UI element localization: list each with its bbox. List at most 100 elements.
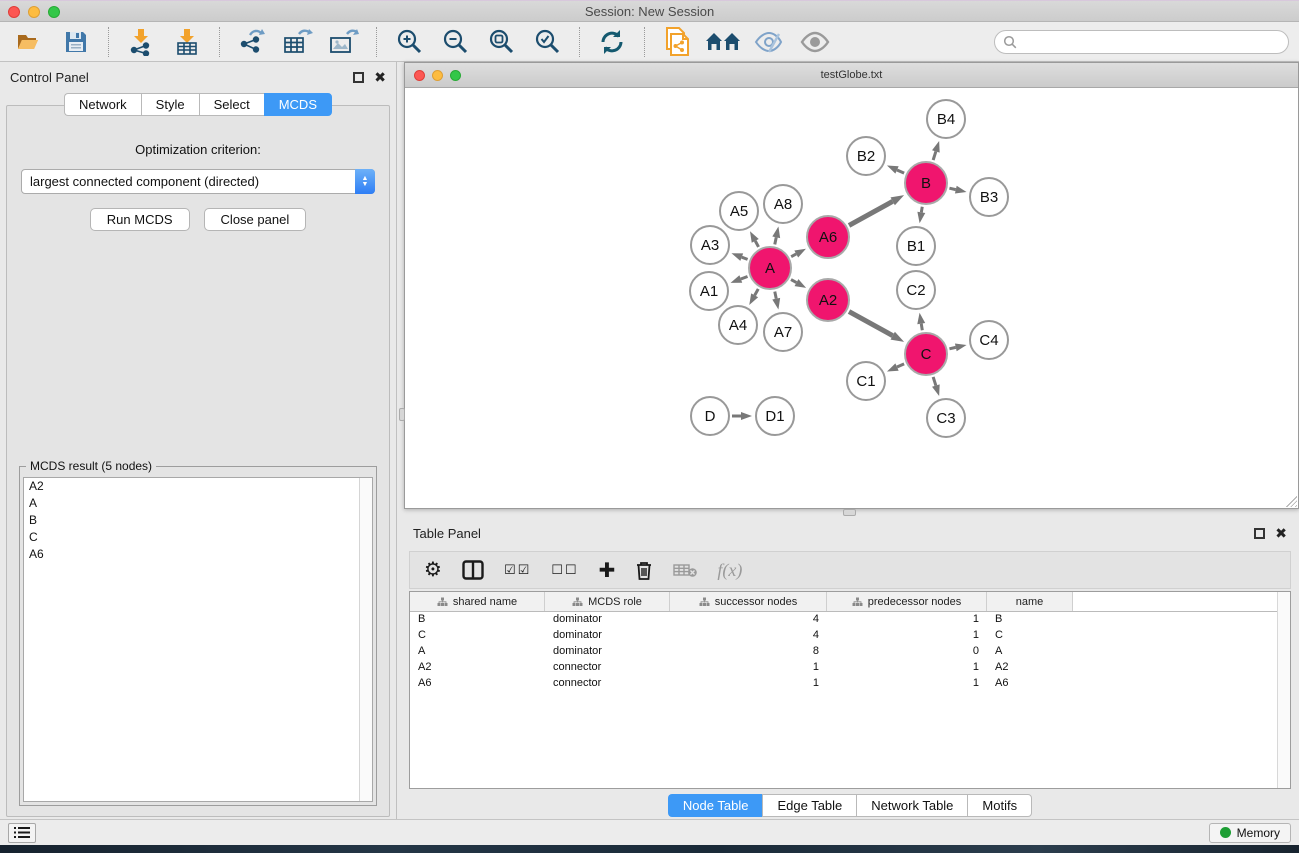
create-column-button[interactable]: ✚: [599, 558, 616, 583]
memory-button[interactable]: Memory: [1209, 823, 1291, 843]
maximize-window-icon[interactable]: [48, 6, 60, 18]
select-all-columns-button[interactable]: ☑☑: [504, 562, 531, 578]
float-panel-icon[interactable]: [353, 72, 364, 83]
minimize-view-icon[interactable]: [432, 70, 443, 81]
function-builder-button[interactable]: f(x): [717, 560, 742, 581]
close-view-icon[interactable]: [414, 70, 425, 81]
run-mcds-button[interactable]: Run MCDS: [90, 208, 190, 231]
graph-node-C[interactable]: C: [904, 332, 948, 376]
eye-button[interactable]: [795, 26, 835, 58]
tab-network[interactable]: Network: [64, 93, 141, 116]
table-header-row: shared nameMCDS rolesuccessor nodesprede…: [410, 592, 1290, 612]
table-row[interactable]: Bdominator41B: [410, 612, 1290, 628]
unselect-all-columns-button[interactable]: ☐☐: [551, 562, 578, 578]
tab-network-table[interactable]: Network Table: [856, 794, 967, 817]
save-session-button[interactable]: [56, 26, 96, 58]
graph-node-B3[interactable]: B3: [969, 177, 1009, 217]
table-row[interactable]: A2connector11A2: [410, 660, 1290, 676]
graph-node-A8[interactable]: A8: [763, 184, 803, 224]
hide-graphics-details-button[interactable]: [749, 26, 789, 58]
home-pages-button[interactable]: [703, 26, 743, 58]
delete-column-button[interactable]: [673, 562, 697, 578]
export-network-button[interactable]: [232, 26, 272, 58]
graph-node-C2[interactable]: C2: [896, 270, 936, 310]
column-header-name[interactable]: name: [987, 592, 1073, 611]
node-label: A5: [730, 203, 748, 220]
graph-node-C4[interactable]: C4: [969, 320, 1009, 360]
close-panel-button[interactable]: Close panel: [204, 208, 307, 231]
node-label: C4: [979, 332, 998, 349]
close-window-icon[interactable]: [8, 6, 20, 18]
network-view-window: testGlobe.txt B4 B2 B B3 A8 A5 A6 A3 B1 A A1 C2 A2 A4…: [404, 62, 1299, 509]
task-history-button[interactable]: [8, 823, 36, 843]
close-table-panel-icon[interactable]: ✖: [1275, 528, 1287, 539]
table-scrollbar[interactable]: [1277, 592, 1290, 788]
criterion-dropdown[interactable]: largest connected component (directed) ▲…: [21, 169, 375, 194]
column-header-successor-nodes[interactable]: successor nodes: [670, 592, 827, 611]
tab-node-table[interactable]: Node Table: [668, 794, 763, 817]
delete-rows-button[interactable]: [635, 560, 653, 581]
zoom-out-button[interactable]: [435, 26, 475, 58]
refresh-button[interactable]: [592, 26, 632, 58]
result-item[interactable]: A2: [24, 478, 372, 495]
table-row[interactable]: Cdominator41C: [410, 628, 1290, 644]
horizontal-scroll-thumb[interactable]: [843, 509, 856, 516]
table-row[interactable]: A6connector11A6: [410, 676, 1290, 692]
zoom-selected-button[interactable]: [527, 26, 567, 58]
graph-node-D1[interactable]: D1: [755, 396, 795, 436]
zoom-in-button[interactable]: [389, 26, 429, 58]
graph-node-A1[interactable]: A1: [689, 271, 729, 311]
mcds-result-list[interactable]: A2ABCA6: [23, 477, 373, 802]
result-item[interactable]: B: [24, 512, 372, 529]
node-label: D1: [765, 408, 784, 425]
network-canvas[interactable]: B4 B2 B B3 A8 A5 A6 A3 B1 A A1 C2 A2 A4A7 C4 C C1 C3 D D1: [405, 88, 1298, 508]
resize-grip-icon[interactable]: [1286, 496, 1297, 507]
graph-node-A6[interactable]: A6: [806, 215, 850, 259]
table-body: Bdominator41BCdominator41CAdominator80AA…: [410, 612, 1290, 692]
search-field[interactable]: [994, 30, 1289, 54]
table-row[interactable]: Adominator80A: [410, 644, 1290, 660]
node-label: B: [921, 175, 931, 192]
graph-node-A5[interactable]: A5: [719, 191, 759, 231]
zoom-fit-button[interactable]: [481, 26, 521, 58]
network-window-titlebar[interactable]: testGlobe.txt: [405, 63, 1298, 88]
tab-style[interactable]: Style: [141, 93, 199, 116]
export-image-button[interactable]: [324, 26, 364, 58]
column-header-predecessor-nodes[interactable]: predecessor nodes: [827, 592, 987, 611]
graph-node-B1[interactable]: B1: [896, 226, 936, 266]
graph-node-C3[interactable]: C3: [926, 398, 966, 438]
tab-mcds[interactable]: MCDS: [264, 93, 332, 116]
export-table-button[interactable]: [278, 26, 318, 58]
graph-node-A3[interactable]: A3: [690, 225, 730, 265]
vertical-scroll-thumb[interactable]: [399, 408, 405, 421]
minimize-window-icon[interactable]: [28, 6, 40, 18]
float-table-panel-icon[interactable]: [1254, 528, 1265, 539]
table-options-button[interactable]: ⚙: [424, 560, 442, 580]
column-header-MCDS-role[interactable]: MCDS role: [545, 592, 670, 611]
open-session-button[interactable]: [10, 26, 50, 58]
graph-node-A[interactable]: A: [748, 246, 792, 290]
duplicate-network-button[interactable]: [657, 26, 697, 58]
graph-node-D[interactable]: D: [690, 396, 730, 436]
result-item[interactable]: C: [24, 529, 372, 546]
search-input[interactable]: [1022, 35, 1280, 49]
column-header-shared-name[interactable]: shared name: [410, 592, 545, 611]
graph-node-A4[interactable]: A4: [718, 305, 758, 345]
result-scrollbar[interactable]: [359, 478, 372, 801]
graph-node-A2[interactable]: A2: [806, 278, 850, 322]
split-table-button[interactable]: [462, 560, 484, 580]
tab-motifs[interactable]: Motifs: [967, 794, 1032, 817]
maximize-view-icon[interactable]: [450, 70, 461, 81]
graph-node-B4[interactable]: B4: [926, 99, 966, 139]
close-panel-icon[interactable]: ✖: [374, 72, 386, 83]
import-network-button[interactable]: [121, 26, 161, 58]
result-item[interactable]: A6: [24, 546, 372, 563]
import-table-button[interactable]: [167, 26, 207, 58]
result-item[interactable]: A: [24, 495, 372, 512]
tab-edge-table[interactable]: Edge Table: [762, 794, 856, 817]
graph-node-A7[interactable]: A7: [763, 312, 803, 352]
graph-node-C1[interactable]: C1: [846, 361, 886, 401]
graph-node-B[interactable]: B: [904, 161, 948, 205]
tab-select[interactable]: Select: [199, 93, 264, 116]
graph-node-B2[interactable]: B2: [846, 136, 886, 176]
